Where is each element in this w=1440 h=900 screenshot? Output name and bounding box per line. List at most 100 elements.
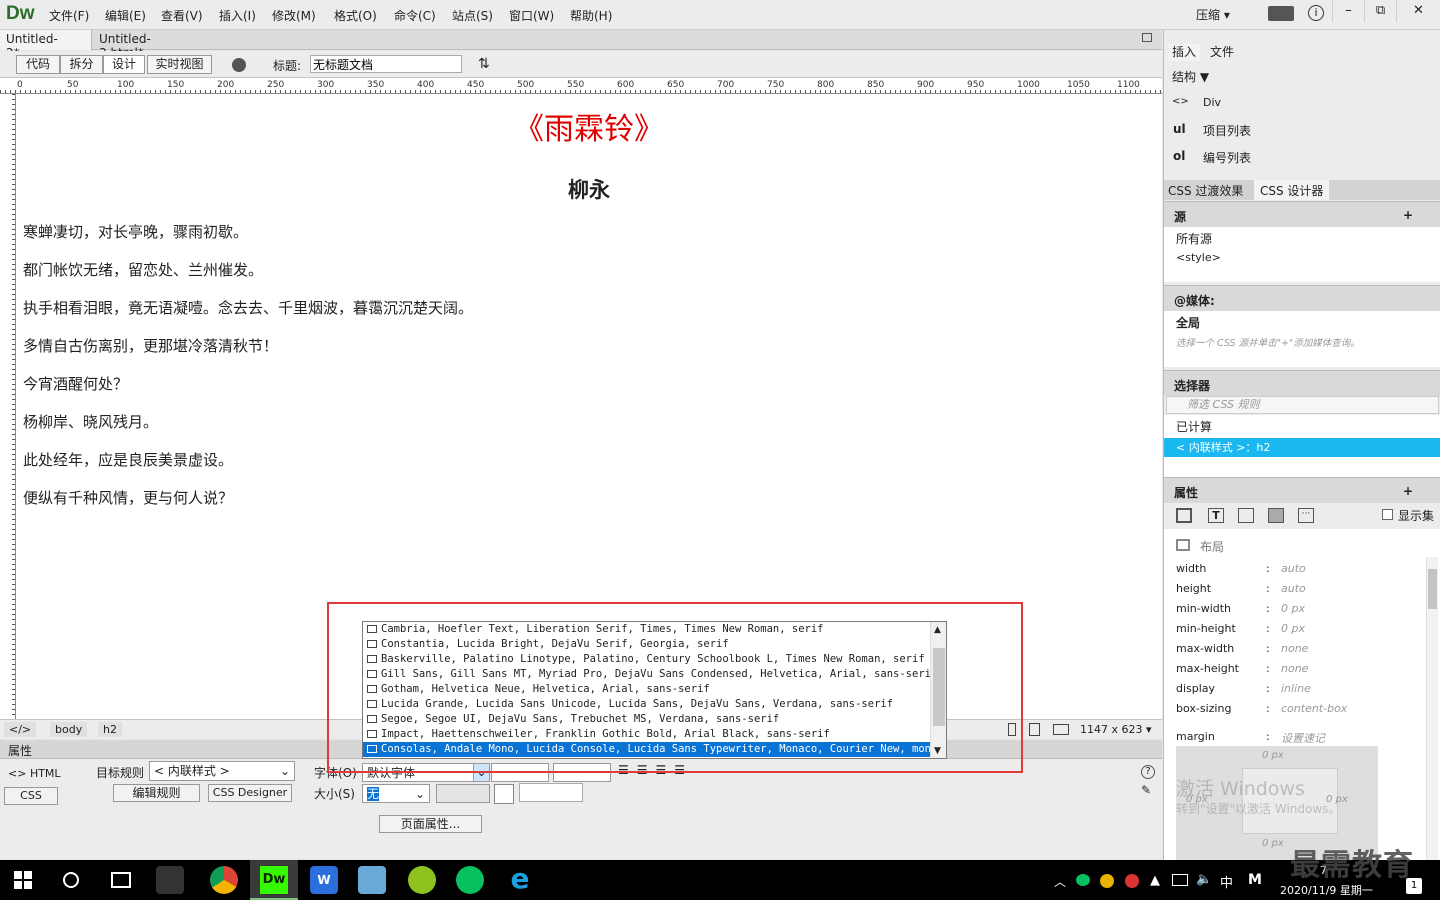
page-properties-button[interactable]: 页面属性...: [379, 815, 482, 833]
border-category-icon[interactable]: [1238, 508, 1254, 523]
add-source-icon[interactable]: +: [1403, 208, 1413, 222]
color-picker-icon[interactable]: [494, 784, 514, 804]
tag-body[interactable]: body: [50, 722, 88, 737]
wps-icon[interactable]: W: [310, 866, 338, 894]
text-category-icon[interactable]: T: [1208, 508, 1224, 523]
menu-format[interactable]: 格式(O): [334, 7, 377, 24]
tray-qq-icon[interactable]: [1100, 874, 1114, 888]
tab-insert[interactable]: 插入: [1168, 44, 1201, 61]
css-designer-button[interactable]: CSS Designer: [208, 784, 292, 802]
tab-untitled-2[interactable]: Untitled-2*×: [0, 30, 92, 60]
live-view-button[interactable]: 实时视图: [147, 55, 212, 74]
ie-icon[interactable]: e: [506, 865, 534, 894]
source-all[interactable]: 所有源: [1176, 230, 1212, 247]
ime-indicator[interactable]: 中: [1220, 872, 1233, 891]
insert-ol[interactable]: 编号列表: [1203, 149, 1251, 166]
app-icon[interactable]: [358, 866, 386, 894]
app-icon[interactable]: [408, 866, 436, 894]
size-unit-select[interactable]: [436, 784, 490, 803]
split-view-button[interactable]: 拆分: [60, 55, 103, 74]
search-icon[interactable]: [63, 872, 79, 888]
notification-badge[interactable]: 1: [1406, 878, 1422, 894]
dreamweaver-taskbar-icon[interactable]: Dw: [260, 866, 288, 894]
color-input[interactable]: [519, 783, 583, 802]
menu-file[interactable]: 文件(F): [49, 7, 89, 24]
workspace-switcher[interactable]: 压缩 ▾: [1196, 6, 1230, 23]
volume-icon[interactable]: 🔈: [1196, 872, 1212, 887]
menu-edit[interactable]: 编辑(E): [105, 7, 146, 24]
help-icon[interactable]: ?: [1141, 765, 1155, 779]
prop-width-value[interactable]: auto: [1281, 562, 1306, 575]
selector-computed[interactable]: 已计算: [1176, 418, 1212, 435]
prop-max-height-value[interactable]: none: [1281, 662, 1308, 675]
prop-margin-value[interactable]: 设置速记: [1281, 730, 1325, 746]
insert-div[interactable]: Div: [1203, 96, 1221, 109]
poem-line[interactable]: 都门帐饮无绪，留恋处、兰州催发。: [23, 259, 263, 280]
poem-line[interactable]: 今宵酒醒何处？: [23, 373, 128, 394]
menu-modify[interactable]: 修改(M): [272, 7, 316, 24]
menu-view[interactable]: 查看(V): [161, 7, 203, 24]
poem-line[interactable]: 此处经年，应是良辰美景虚设。: [23, 449, 233, 470]
insert-category-select[interactable]: 结构 ▼: [1172, 68, 1209, 85]
tray-chevron-icon[interactable]: ︿: [1054, 873, 1066, 890]
preview-globe-icon[interactable]: [232, 58, 246, 72]
html-mode-button[interactable]: <> HTML: [8, 767, 61, 780]
media-global[interactable]: 全局: [1176, 314, 1200, 331]
ime-mode-icon[interactable]: M: [1248, 872, 1262, 888]
restore-button[interactable]: ⧉: [1364, 0, 1396, 22]
more-category-icon[interactable]: ···: [1298, 508, 1314, 523]
menu-site[interactable]: 站点(S): [452, 7, 493, 24]
background-category-icon[interactable]: [1268, 508, 1284, 523]
network-icon[interactable]: [1172, 874, 1188, 886]
selector-filter-input[interactable]: 筛选 CSS 规则: [1166, 396, 1439, 414]
show-set-checkbox[interactable]: [1382, 509, 1393, 520]
selector-selected[interactable]: < 内联样式 >：h2: [1164, 438, 1440, 457]
source-style[interactable]: <style>: [1176, 251, 1221, 264]
prop-box-sizing-value[interactable]: content-box: [1281, 702, 1347, 715]
prop-min-width-value[interactable]: 0 px: [1281, 602, 1305, 615]
taskbar-date[interactable]: 2020/11/9 星期一: [1280, 882, 1373, 898]
quick-edit-icon[interactable]: ✎: [1141, 783, 1151, 797]
tab-css-transitions[interactable]: CSS 过渡效果: [1168, 182, 1243, 199]
close-button[interactable]: ✕: [1396, 0, 1440, 22]
prop-max-width-value[interactable]: none: [1281, 642, 1308, 655]
menu-commands[interactable]: 命令(C): [394, 7, 436, 24]
target-rule-select[interactable]: < 内联样式 > ⌄: [149, 761, 295, 781]
title-input[interactable]: [310, 55, 462, 73]
css-mode-button[interactable]: CSS: [4, 787, 58, 805]
design-view-button[interactable]: 设计: [103, 55, 145, 74]
properties-scrollbar[interactable]: [1426, 557, 1438, 860]
tab-css-designer[interactable]: CSS 设计器: [1254, 180, 1330, 200]
app-icon[interactable]: [156, 866, 184, 894]
menu-window[interactable]: 窗口(W): [509, 7, 554, 24]
prop-height-value[interactable]: auto: [1281, 582, 1306, 595]
chrome-icon[interactable]: [210, 866, 238, 894]
minimize-button[interactable]: –: [1332, 0, 1364, 22]
tray-qq-icon[interactable]: [1125, 874, 1139, 888]
poem-line[interactable]: 便纵有千种风情，更与何人说？: [23, 487, 233, 508]
margin-bottom-value[interactable]: 0 px: [1262, 838, 1284, 849]
sync-icon[interactable]: [1268, 6, 1294, 21]
wechat-icon[interactable]: [456, 866, 484, 894]
poem-line[interactable]: 执手相看泪眼，竟无语凝噎。念去去、千里烟波，暮霭沉沉楚天阔。: [23, 297, 473, 318]
tab-untitled-3[interactable]: Untitled-3.html*×: [93, 30, 208, 60]
poem-author-heading[interactable]: 柳永: [16, 174, 1162, 204]
info-icon[interactable]: i: [1308, 5, 1324, 21]
tray-notify-icon[interactable]: ▲: [1150, 873, 1160, 888]
size-select[interactable]: 无 ⌄: [362, 784, 430, 803]
window-size-dropdown[interactable]: 1147 x 623 ▾: [1080, 723, 1152, 736]
edit-rule-button[interactable]: 编辑规则: [113, 784, 200, 802]
tray-wechat-icon[interactable]: [1076, 874, 1090, 886]
tablet-size-icon[interactable]: [1029, 723, 1040, 736]
poem-title[interactable]: 《雨霖铃》: [16, 104, 1162, 148]
layout-category-icon[interactable]: [1176, 508, 1192, 523]
insert-ul[interactable]: 项目列表: [1203, 122, 1251, 139]
code-toggle-icon[interactable]: </>: [4, 722, 37, 737]
tab-files[interactable]: 文件: [1206, 44, 1238, 61]
code-view-button[interactable]: 代码: [16, 55, 60, 74]
add-property-icon[interactable]: +: [1403, 484, 1413, 498]
tag-h2[interactable]: h2: [98, 722, 122, 737]
poem-line[interactable]: 多情自古伤离别，更那堪冷落清秋节！: [23, 335, 278, 356]
desktop-size-icon[interactable]: [1053, 724, 1069, 735]
file-transfer-icon[interactable]: ⇅: [478, 56, 490, 72]
